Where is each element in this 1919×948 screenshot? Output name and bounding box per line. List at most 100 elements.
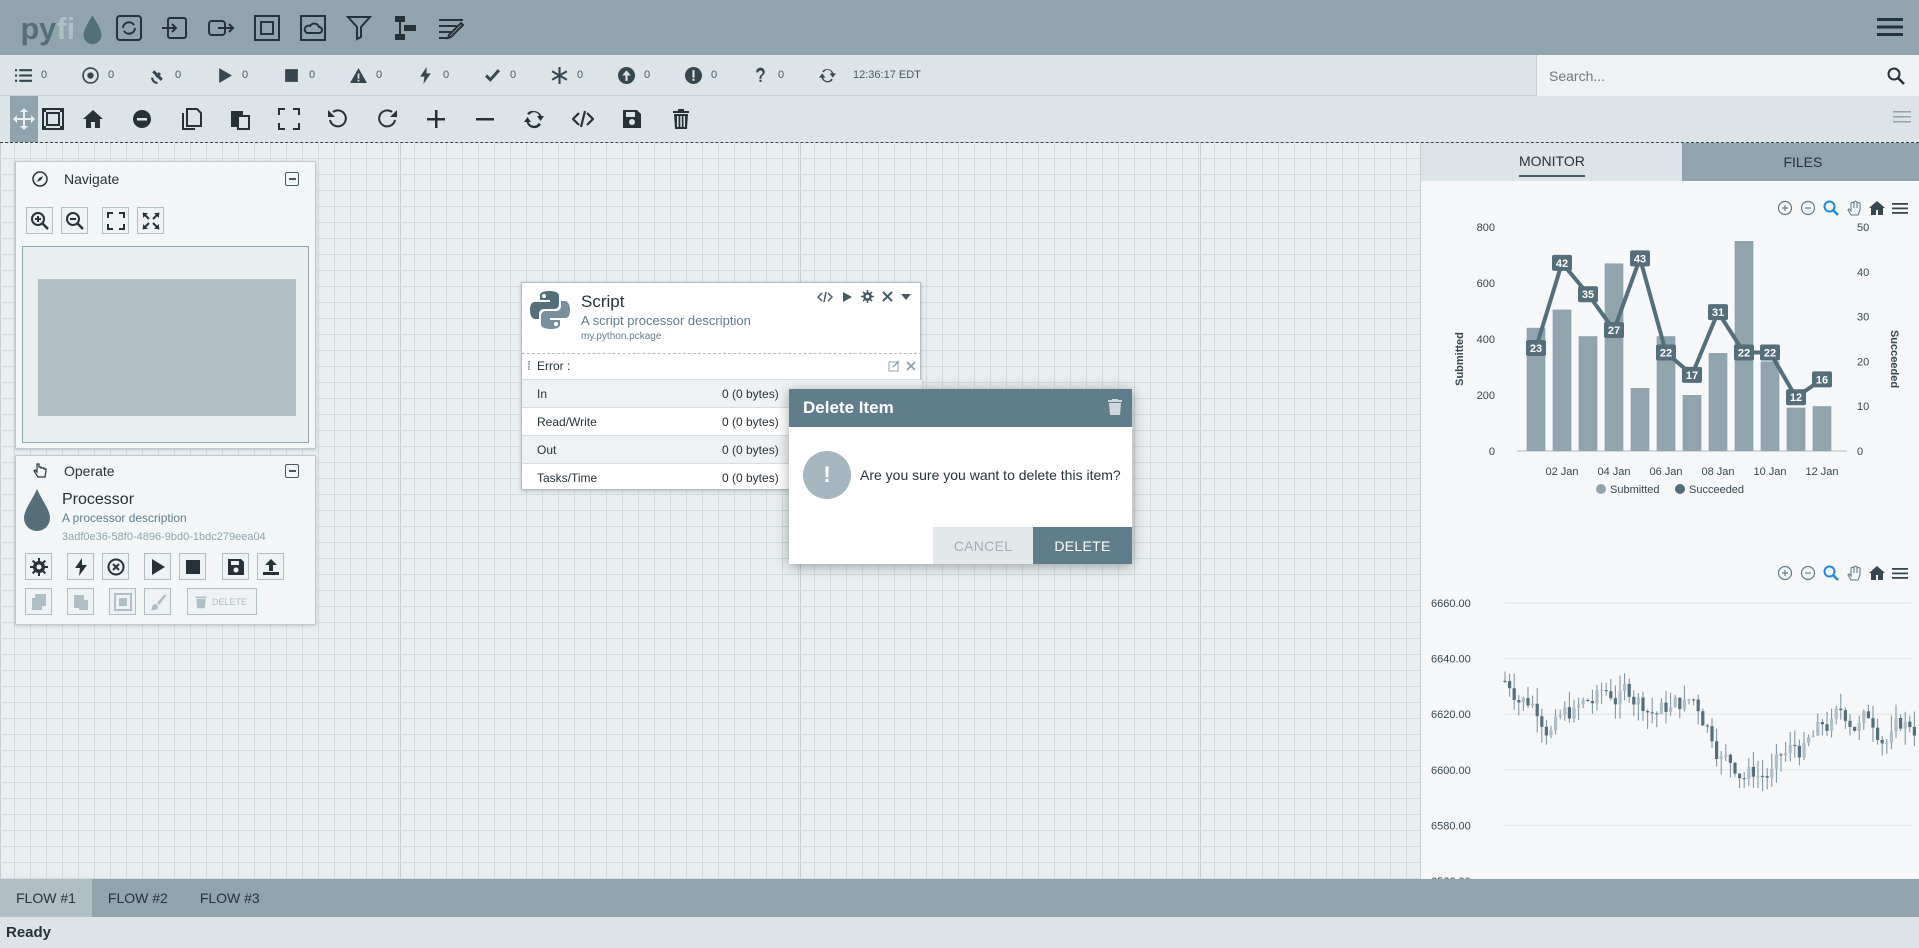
stat-list[interactable]: 0 — [0, 67, 67, 84]
chevron-down-icon[interactable] — [901, 293, 911, 301]
minus-circle-icon[interactable] — [117, 96, 166, 142]
search-input[interactable] — [1549, 67, 1879, 84]
candle-body — [1889, 731, 1893, 743]
stat-bolt[interactable]: 0 — [402, 66, 469, 84]
delete-button[interactable]: DELETE — [1033, 527, 1132, 564]
edit-icon[interactable] — [888, 359, 900, 372]
stat-unknown[interactable]: 0 — [737, 67, 804, 84]
stat-check[interactable]: 0 — [469, 67, 536, 84]
configure-button[interactable] — [25, 553, 52, 580]
stat-stopped[interactable]: 0 — [268, 67, 335, 84]
refresh-square-icon[interactable] — [106, 0, 152, 55]
save-icon — [227, 558, 244, 575]
cancel-button[interactable]: CANCEL — [933, 527, 1033, 564]
operate-header: Operate — [16, 456, 315, 486]
copy-icon[interactable] — [166, 96, 215, 142]
import-icon[interactable] — [152, 0, 198, 55]
sync-icon[interactable] — [509, 96, 558, 142]
satellite-icon — [151, 69, 163, 84]
play-icon[interactable] — [841, 291, 853, 303]
upload-circle-icon — [618, 66, 635, 84]
zoom-out-minus-icon[interactable] — [460, 96, 509, 142]
minimap-viewport[interactable] — [38, 279, 296, 416]
close-icon[interactable] — [882, 291, 893, 302]
tab-flow-2[interactable]: FLOW #2 — [92, 879, 184, 917]
candle-body — [1531, 703, 1535, 706]
start-button[interactable] — [144, 553, 171, 580]
succeeded-data-label: 27 — [1608, 325, 1620, 337]
stats-bar: 0 0 0 0 0 0 0 0 0 0 0 0 12:36:17 EDT — [0, 55, 1919, 96]
home-icon[interactable] — [68, 96, 117, 142]
zoom-in-button[interactable] — [26, 207, 53, 234]
gear-icon[interactable] — [861, 290, 874, 303]
tab-monitor[interactable]: MONITOR — [1421, 143, 1683, 181]
y2-axis-label: Succeeded — [1888, 330, 1900, 388]
delete-processor-button[interactable]: DELETE — [187, 588, 257, 615]
upload-button[interactable] — [257, 553, 284, 580]
stat-warning[interactable]: 0 — [335, 67, 402, 84]
tab-files[interactable]: FILES — [1682, 143, 1919, 181]
stat-running[interactable]: 0 — [201, 67, 268, 84]
copy-processor-button[interactable] — [25, 588, 52, 615]
candle-body — [1774, 754, 1778, 769]
node-description: A script processor description — [581, 313, 751, 328]
enable-button[interactable] — [67, 553, 94, 580]
paste-processor-button[interactable] — [67, 588, 94, 615]
clear-error-icon[interactable] — [906, 360, 916, 371]
search-icon[interactable] — [1887, 67, 1905, 85]
edit-lines-icon[interactable] — [428, 0, 474, 55]
y-tick-label: 6600.00 — [1431, 765, 1471, 777]
canvas-toolbar — [0, 96, 1919, 143]
tab-flow-1[interactable]: FLOW #1 — [0, 879, 92, 917]
select-mode-icon[interactable] — [38, 96, 68, 142]
stat-error[interactable]: 0 — [670, 66, 737, 84]
fit-button[interactable] — [102, 207, 129, 234]
candle-body — [1793, 745, 1797, 747]
expand-button[interactable] — [137, 207, 164, 234]
candle-body — [1885, 742, 1889, 744]
pan-mode-icon[interactable] — [10, 96, 38, 142]
candle-body — [1820, 721, 1824, 725]
stat-value: 0 — [41, 69, 48, 81]
candle-body — [1595, 690, 1599, 704]
save-processor-button[interactable] — [222, 553, 249, 580]
tree-icon[interactable] — [382, 0, 428, 55]
candle-body — [1558, 715, 1562, 717]
row-label: In — [537, 386, 548, 401]
succeeded-data-label: 22 — [1764, 347, 1776, 359]
color-button[interactable] — [144, 588, 171, 615]
stop-icon — [185, 559, 200, 574]
export-icon[interactable] — [198, 0, 244, 55]
zoom-in-plus-icon[interactable] — [411, 96, 460, 142]
stat-upload[interactable]: 0 — [603, 66, 670, 84]
funnel-icon[interactable] — [336, 0, 382, 55]
paste-icon[interactable] — [215, 96, 264, 142]
stop-button[interactable] — [179, 553, 206, 580]
undo-icon[interactable] — [313, 96, 362, 142]
group-icon[interactable] — [244, 0, 290, 55]
save-icon[interactable] — [607, 96, 656, 142]
stat-asterisk[interactable]: 0 — [536, 66, 603, 84]
code-icon[interactable] — [558, 96, 607, 142]
redo-icon[interactable] — [362, 96, 411, 142]
candle-body — [1544, 726, 1548, 736]
stat-refresh[interactable]: 12:36:17 EDT — [804, 67, 921, 84]
zoom-out-button[interactable] — [61, 207, 88, 234]
code-icon[interactable] — [817, 291, 833, 303]
candle-body — [1682, 699, 1686, 710]
navigator-minimap[interactable] — [22, 246, 309, 443]
fit-screen-icon[interactable] — [264, 96, 313, 142]
stat-satellite[interactable]: 0 — [134, 67, 201, 84]
collapse-navigate-button[interactable] — [285, 172, 299, 186]
tab-flow-3[interactable]: FLOW #3 — [184, 879, 276, 917]
collapse-operate-button[interactable] — [285, 464, 299, 478]
cloud-group-icon[interactable] — [290, 0, 336, 55]
toolbar-menu-icon[interactable] — [1893, 110, 1911, 129]
y2-tick-label: 20 — [1857, 356, 1869, 368]
trash-icon[interactable] — [656, 96, 705, 142]
row-label: Read/Write — [537, 414, 597, 429]
disable-button[interactable] — [102, 553, 129, 580]
hamburger-menu-icon[interactable] — [1877, 16, 1903, 38]
group-processor-button[interactable] — [109, 588, 136, 615]
stat-target[interactable]: 0 — [67, 66, 134, 84]
